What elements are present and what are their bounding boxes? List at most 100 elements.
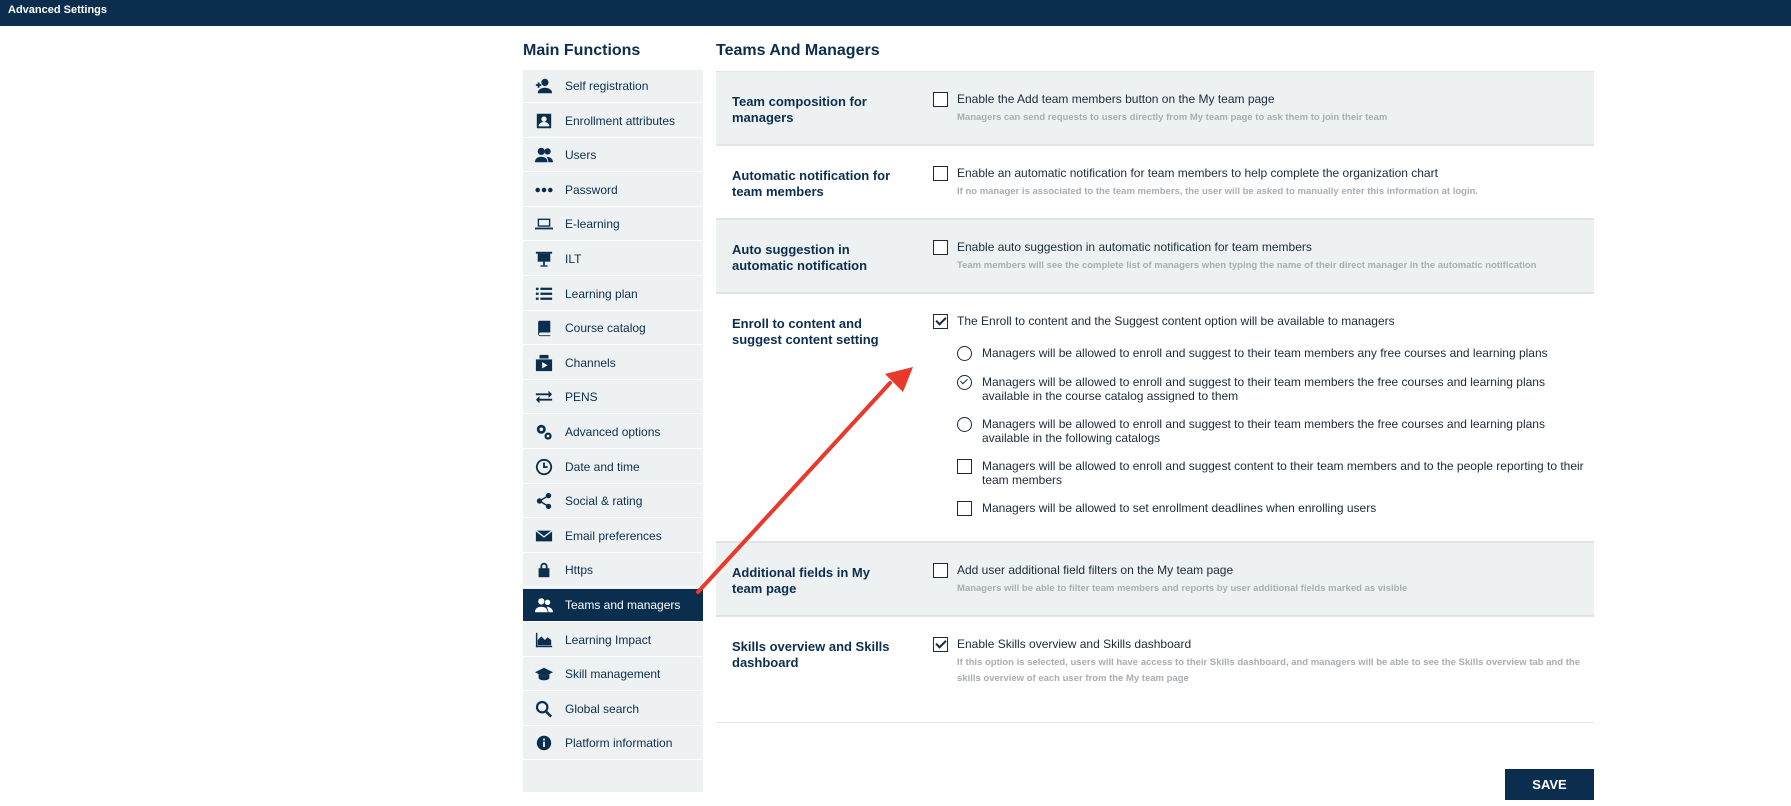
sidebar-item-label: Users — [565, 148, 597, 163]
option-label: Enable Skills overview and Skills dashbo… — [957, 637, 1192, 651]
sidebar-item-label: Advanced options — [565, 424, 661, 439]
auto-suggestion-checkbox[interactable] — [933, 240, 948, 255]
sidebar-item-label: Social & rating — [565, 494, 643, 509]
sidebar-item-course-catalog[interactable]: Course catalog — [523, 312, 703, 346]
team-icon — [523, 596, 565, 614]
section-body: Enable the Add team members button on th… — [933, 72, 1594, 126]
sidebar-item-label: Date and time — [565, 459, 640, 474]
option-hint: Team members will see the complete list … — [957, 260, 1537, 271]
add-team-members-checkbox[interactable] — [933, 92, 948, 107]
sidebar-item-email-preferences[interactable]: Email preferences — [523, 519, 703, 553]
sidebar-item-label: Learning Impact — [565, 632, 652, 647]
section-body: The Enroll to content and the Suggest co… — [933, 294, 1594, 516]
suboption-row: Managers will be allowed to set enrollme… — [957, 501, 1594, 516]
section-body: Enable auto suggestion in automatic noti… — [933, 220, 1594, 274]
option-row: Enable Skills overview and Skills dashbo… — [933, 637, 1594, 652]
arrows-exchange-icon — [523, 388, 565, 406]
sidebar-item-label: Enrollment attributes — [565, 113, 676, 128]
section-body: Enable an automatic notification for tea… — [933, 146, 1594, 200]
sidebar-item-date-and-time[interactable]: Date and time — [523, 450, 703, 484]
option-row: Enable the Add team members button on th… — [933, 92, 1594, 107]
automatic-notification-checkbox[interactable] — [933, 166, 948, 181]
sidebar-item-https[interactable]: Https — [523, 554, 703, 588]
sidebar-item-platform-information[interactable]: Platform information — [523, 727, 703, 761]
suboption-list: Managers will be allowed to enroll and s… — [957, 346, 1594, 516]
option-hint: If no manager is associated to the team … — [957, 186, 1479, 197]
sidebar-item-label: Global search — [565, 701, 640, 716]
section-label: Automatic notification for team members — [732, 168, 891, 199]
lock-icon — [523, 561, 565, 579]
sidebar-item-label: Course catalog — [565, 321, 646, 336]
suboption-label: Managers will be allowed to enroll and s… — [982, 375, 1545, 403]
sidebar-item-e-learning[interactable]: E-learning — [523, 208, 703, 242]
section-team-composition: Team composition for managers Enable the… — [716, 71, 1594, 145]
assigned-catalog-radio[interactable] — [957, 375, 972, 390]
additional-field-filters-checkbox[interactable] — [933, 563, 948, 578]
book-icon — [523, 319, 565, 337]
section-enroll-suggest: Enroll to content and suggest content se… — [716, 293, 1594, 542]
presentation-icon — [523, 250, 565, 268]
sidebar-item-label: E-learning — [565, 217, 620, 232]
save-button[interactable]: SAVE — [1505, 769, 1594, 800]
sidebar-item-label: Skill management — [565, 667, 661, 682]
option-label: The Enroll to content and the Suggest co… — [957, 314, 1395, 328]
option-row: Enable an automatic notification for tea… — [933, 166, 1594, 181]
sidebar-item-label: Password — [565, 182, 618, 197]
any-free-courses-radio[interactable] — [957, 346, 972, 361]
section-additional-fields: Additional fields in My team page Add us… — [716, 542, 1594, 616]
sidebar-item-ilt[interactable]: ILT — [523, 242, 703, 276]
option-label: Enable auto suggestion in automatic noti… — [957, 240, 1312, 254]
option-label: Add user additional field filters on the… — [957, 563, 1234, 577]
sidebar-item-password[interactable]: Password — [523, 173, 703, 207]
section-body: Add user additional field filters on the… — [933, 543, 1594, 597]
section-skills-overview: Skills overview and Skills dashboard Ena… — [716, 616, 1594, 723]
search-icon — [523, 700, 565, 718]
share-icon — [523, 492, 565, 510]
option-row: The Enroll to content and the Suggest co… — [933, 314, 1594, 329]
channels-icon — [523, 354, 565, 372]
users-icon — [523, 146, 565, 164]
sidebar-item-channels[interactable]: Channels — [523, 346, 703, 380]
sidebar-item-label: Email preferences — [565, 528, 662, 543]
sidebar-item-teams-and-managers[interactable]: Teams and managers — [523, 588, 703, 622]
sidebar-item-learning-plan[interactable]: Learning plan — [523, 277, 703, 311]
section-body: Enable Skills overview and Skills dashbo… — [933, 617, 1594, 687]
people-reporting-checkbox[interactable] — [957, 459, 972, 474]
suboption-label: Managers will be allowed to enroll and s… — [982, 346, 1548, 360]
sidebar-item-label: Channels — [565, 355, 616, 370]
sidebar-item-social-rating[interactable]: Social & rating — [523, 485, 703, 519]
sidebar-item-pens[interactable]: PENS — [523, 381, 703, 415]
sidebar-item-self-registration[interactable]: Self registration — [523, 70, 703, 103]
section-label: Auto suggestion in automatic notificatio… — [732, 242, 868, 273]
sidebar-item-learning-impact[interactable]: Learning Impact — [523, 623, 703, 657]
suboption-label: Managers will be allowed to enroll and s… — [982, 417, 1545, 445]
sidebar-item-label: Https — [565, 563, 594, 578]
sidebar-item-label: Platform information — [565, 736, 673, 751]
enroll-suggest-checkbox[interactable] — [933, 314, 948, 329]
sidebar-item-users[interactable]: Users — [523, 139, 703, 173]
section-label: Team composition for managers — [732, 94, 867, 125]
info-icon — [523, 734, 565, 752]
enrollment-deadlines-checkbox[interactable] — [957, 501, 972, 516]
list-icon — [523, 285, 565, 303]
window-title: Advanced Settings — [8, 4, 108, 16]
skills-dashboard-checkbox[interactable] — [933, 637, 948, 652]
sidebar-item-label: Learning plan — [565, 286, 638, 301]
section-label: Enroll to content and suggest content se… — [732, 316, 879, 347]
sidebar-item-global-search[interactable]: Global search — [523, 692, 703, 726]
sidebar-item-skill-management[interactable]: Skill management — [523, 658, 703, 692]
envelope-icon — [523, 527, 565, 545]
sidebar-item-enrollment-attributes[interactable]: Enrollment attributes — [523, 104, 703, 138]
laptop-icon — [523, 215, 565, 233]
section-label: Additional fields in My team page — [732, 565, 870, 596]
dots-icon — [523, 181, 565, 199]
clock-icon — [523, 458, 565, 476]
sidebar-item-advanced-options[interactable]: Advanced options — [523, 415, 703, 449]
suboption-row: Managers will be allowed to enroll and s… — [957, 346, 1594, 361]
option-label: Enable an automatic notification for tea… — [957, 166, 1438, 180]
suboption-row: Managers will be allowed to enroll and s… — [957, 375, 1594, 403]
following-catalogs-radio[interactable] — [957, 417, 972, 432]
sidebar-list: Self registration Enrollment attributes … — [523, 70, 703, 792]
top-bar: Advanced Settings — [0, 0, 1791, 26]
id-card-icon — [523, 112, 565, 130]
